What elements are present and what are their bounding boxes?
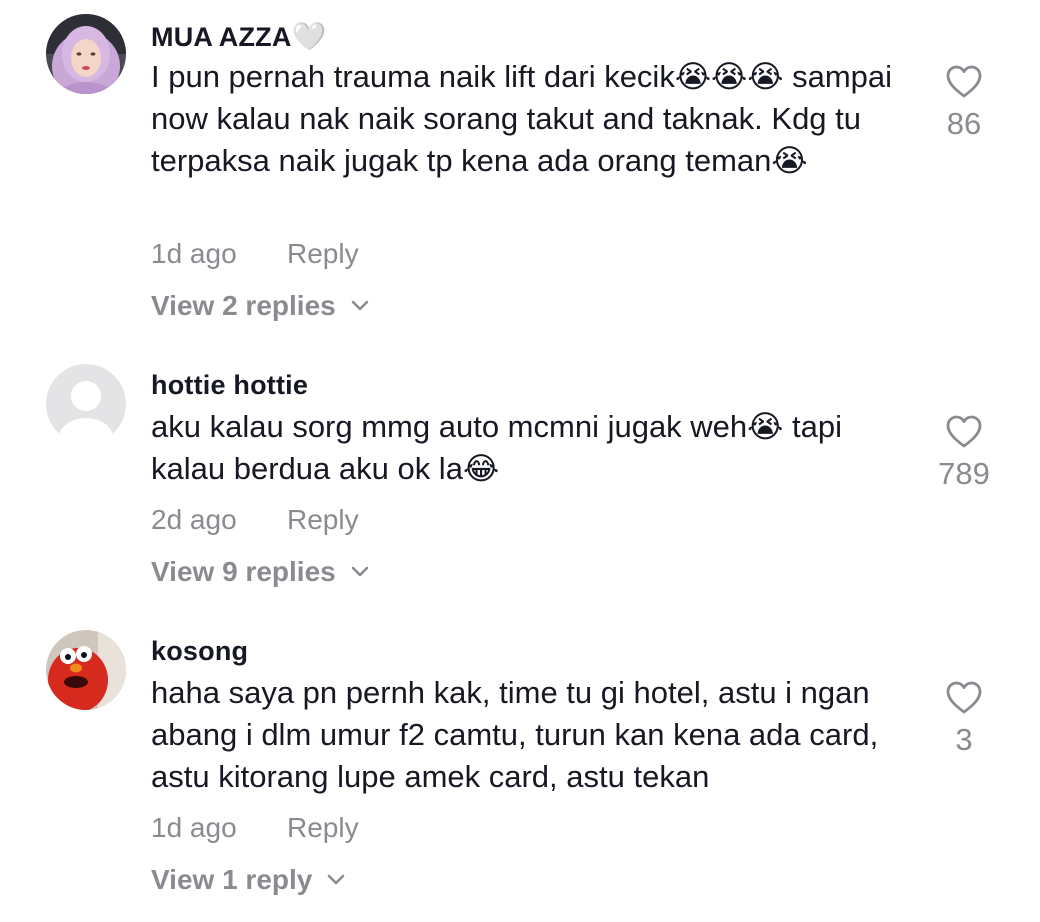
comment-text: aku kalau sorg mmg auto mcmni jugak weh😭…: [151, 409, 842, 486]
username-text: kosong: [151, 636, 249, 666]
avatar[interactable]: [46, 14, 126, 94]
avatar[interactable]: [46, 364, 126, 444]
comment-time: 2d ago: [151, 504, 237, 535]
reply-button[interactable]: Reply: [287, 238, 359, 270]
view-replies-button[interactable]: View 9 replies: [151, 556, 370, 588]
chevron-down-icon: [328, 874, 345, 885]
reply-button[interactable]: Reply: [287, 504, 359, 536]
hijab-woman-avatar-image: [46, 14, 126, 94]
white-heart-emoji: 🤍: [291, 20, 327, 53]
like-count: 3: [955, 722, 973, 757]
heart-icon: [946, 415, 982, 448]
view-replies-label: View 9 replies: [151, 556, 336, 587]
view-replies-label: View 2 replies: [151, 290, 336, 321]
comment-time: 1d ago: [151, 238, 237, 269]
like-button[interactable]: 86: [904, 64, 1024, 142]
comment-text: haha saya pn pernh kak, time tu gi hotel…: [151, 675, 879, 794]
heart-icon: [946, 681, 982, 714]
comment-meta: 1d ago Reply: [151, 812, 359, 844]
default-avatar-image: [46, 364, 126, 444]
comment-meta: 2d ago Reply: [151, 504, 359, 536]
comment-text: I pun pernah trauma naik lift dari kecik…: [151, 59, 893, 178]
avatar[interactable]: [46, 630, 126, 710]
view-replies-button[interactable]: View 1 reply: [151, 864, 346, 896]
heart-icon: [946, 65, 982, 98]
like-button[interactable]: 3: [904, 680, 1024, 758]
red-monster-avatar-image: [46, 630, 126, 710]
view-replies-button[interactable]: View 2 replies: [151, 290, 370, 322]
chevron-down-icon: [351, 300, 369, 311]
username[interactable]: kosong: [151, 636, 248, 667]
reply-button[interactable]: Reply: [287, 812, 359, 844]
username[interactable]: hottie hottie: [151, 370, 308, 401]
view-replies-label: View 1 reply: [151, 864, 313, 895]
username[interactable]: MUA AZZA🤍: [151, 20, 327, 53]
username-text: hottie hottie: [151, 370, 309, 400]
like-count: 86: [946, 106, 982, 141]
like-count: 789: [938, 456, 990, 491]
like-button[interactable]: 789: [904, 414, 1024, 492]
username-text: MUA AZZA: [151, 22, 292, 52]
comment-time: 1d ago: [151, 812, 237, 843]
chevron-down-icon: [351, 566, 369, 577]
comment-meta: 1d ago Reply: [151, 238, 359, 270]
